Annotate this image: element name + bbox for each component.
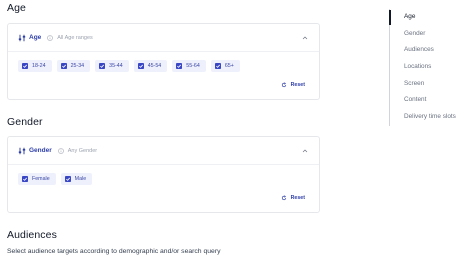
age-option-label: 55-64 [186,63,200,69]
section-navigation: Age Gender Audiences Locations Screen Co… [389,9,473,126]
age-option-chip[interactable]: 45-54 [133,60,168,72]
audiences-section-title: Audiences [7,229,57,241]
age-option-label: 35-44 [109,63,123,69]
age-option-chip[interactable]: 35-44 [95,60,129,72]
age-reset-label: Reset [290,82,305,88]
age-option-chip[interactable]: 65+ [210,60,240,72]
age-section-title: Age [7,2,26,14]
toc-item-age[interactable]: Age [389,9,473,26]
gender-card: Gender Any Gender Female Male Reset [7,136,320,213]
audiences-description: Select audience targets according to dem… [7,248,221,255]
age-option-label: 45-54 [147,63,162,69]
chevron-up-icon[interactable] [301,34,309,42]
age-card-title: Age [29,34,42,41]
gender-card-title: Gender [29,147,52,154]
info-icon [47,34,54,41]
checkbox-checked-icon[interactable] [214,63,221,69]
checkbox-checked-icon[interactable] [60,63,67,69]
gender-reset-label: Reset [290,195,305,201]
checkbox-checked-icon[interactable] [176,63,183,69]
age-hint: All Age ranges [57,34,93,41]
checkbox-checked-icon[interactable] [22,176,28,182]
chevron-up-icon[interactable] [301,147,309,155]
checkbox-checked-icon[interactable] [22,63,28,69]
sliders-icon [18,147,26,154]
age-option-chip[interactable]: 55-64 [172,60,206,72]
age-options: 18-24 25-34 35-44 45-54 55-64 65+ [8,52,319,72]
checkbox-checked-icon[interactable] [64,176,71,182]
gender-card-header[interactable]: Gender Any Gender [8,137,319,165]
age-option-label: 18-24 [32,63,46,69]
age-option-chip[interactable]: 25-34 [56,60,91,72]
gender-option-chip[interactable]: Female [18,173,56,185]
age-option-label: 25-34 [70,63,85,69]
age-card-header[interactable]: Age All Age ranges [8,24,319,52]
gender-option-label: Male [74,176,87,182]
checkbox-checked-icon[interactable] [137,63,144,69]
gender-option-chip[interactable]: Male [60,173,93,185]
age-option-label: 65+ [224,63,234,69]
toc-item-gender[interactable]: Gender [390,26,473,43]
checkbox-checked-icon[interactable] [99,63,106,69]
age-card: Age All Age ranges 18-24 25-34 35-44 45-… [7,23,320,100]
toc-item-audiences[interactable]: Audiences [390,42,473,59]
gender-section-title: Gender [7,116,43,128]
toc-item-delivery-time-slots[interactable]: Delivery time slots [390,109,473,126]
info-icon [57,147,64,154]
sliders-icon [18,34,26,41]
gender-reset-button[interactable]: Reset [281,195,305,201]
toc-item-content[interactable]: Content [390,92,473,109]
refresh-icon [281,82,286,88]
toc-item-locations[interactable]: Locations [390,59,473,76]
refresh-icon [281,195,286,201]
gender-options: Female Male [8,165,319,185]
toc-item-screen[interactable]: Screen [390,76,473,93]
age-option-chip[interactable]: 18-24 [18,60,52,72]
age-reset-button[interactable]: Reset [281,82,305,88]
gender-hint: Any Gender [67,147,98,154]
gender-option-label: Female [32,176,50,182]
